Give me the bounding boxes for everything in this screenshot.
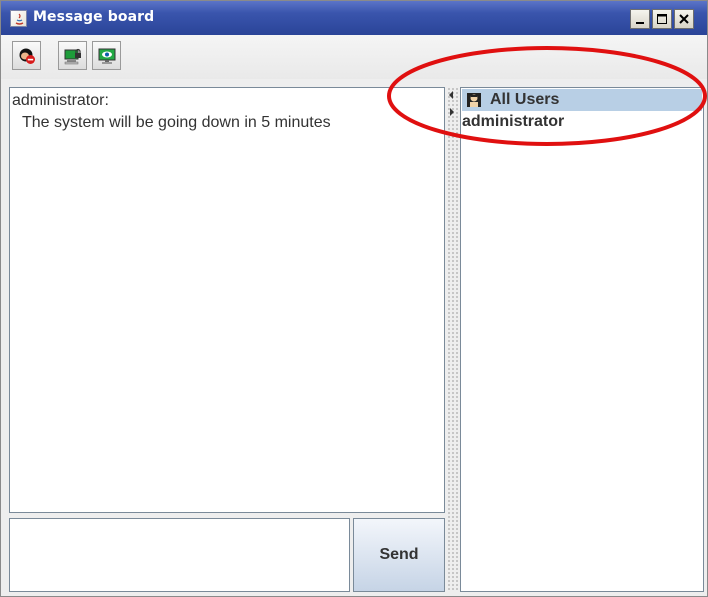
monitor-eye-icon — [98, 48, 116, 64]
computer-lock-button[interactable] — [58, 41, 87, 70]
java-app-icon — [10, 10, 27, 27]
user-blocked-icon — [19, 48, 35, 64]
close-button[interactable] — [674, 9, 694, 29]
maximize-button[interactable] — [652, 9, 672, 29]
user-list[interactable]: All Users administrator — [460, 87, 704, 592]
title-bar[interactable]: Message board — [1, 1, 707, 35]
message-board-window: Message board administrator: The system … — [0, 0, 708, 597]
red-annotation-ellipse — [387, 46, 707, 146]
window-title: Message board — [33, 9, 155, 25]
main-content: administrator: The system will be going … — [1, 81, 707, 596]
send-button[interactable]: Send — [353, 518, 445, 592]
message-input[interactable] — [9, 518, 350, 592]
computer-lock-icon — [64, 48, 81, 65]
message-text: The system will be going down in 5 minut… — [22, 114, 331, 131]
user-blocked-button[interactable] — [12, 41, 41, 70]
message-sender: administrator: — [12, 92, 109, 109]
maximize-icon — [657, 14, 667, 24]
split-pane-divider[interactable] — [447, 87, 458, 592]
message-history[interactable]: administrator: The system will be going … — [9, 87, 445, 513]
monitor-eye-button[interactable] — [92, 41, 121, 70]
close-icon — [679, 14, 689, 24]
minimize-button[interactable] — [630, 9, 650, 29]
minimize-icon — [636, 22, 644, 24]
